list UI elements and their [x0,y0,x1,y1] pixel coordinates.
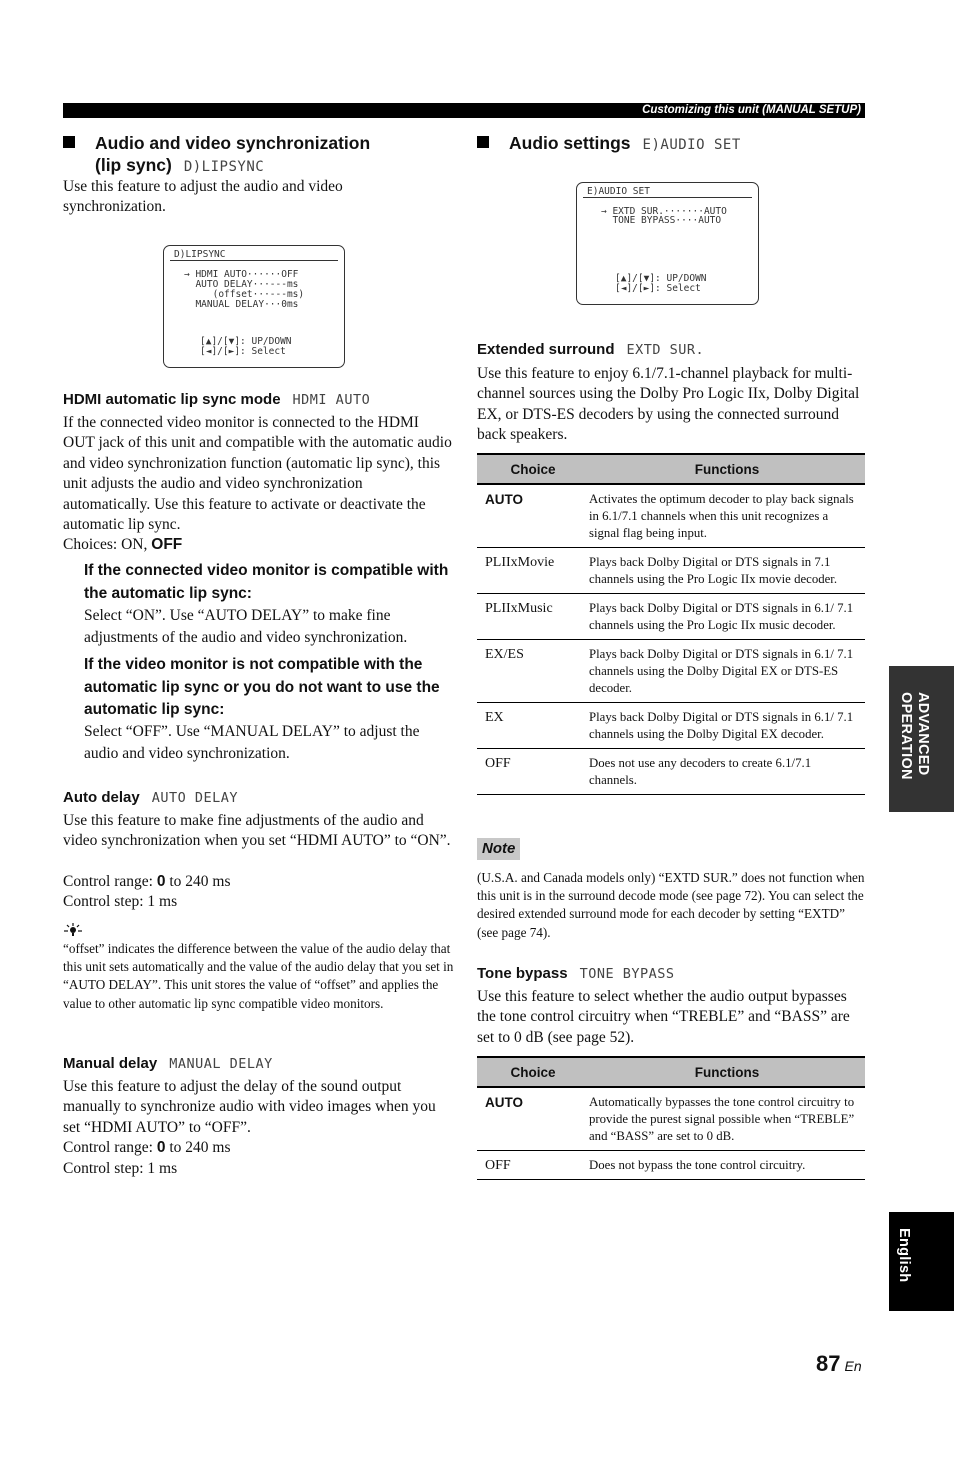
manual-delay-body: Use this feature to adjust the delay of … [63,1078,436,1136]
osd-help-select: [◄]/[►]: Select [200,346,286,357]
tone-bypass-lcd-label: TONE BYPASS [579,966,675,982]
case-compatible-heading: If the connected video monitor is compat… [84,562,449,602]
osd-line: MANUAL DELAY···0ms [184,299,299,310]
range-label: Control range: [63,873,157,890]
page-number: 87 En [816,1351,862,1377]
choice-cell: OFF [477,1150,589,1180]
choice-cell: PLIIxMovie [477,547,589,594]
extd-sur-heading: Extended surround EXTD SUR. [477,340,704,360]
section-bullet-icon [63,136,75,148]
manual-delay-heading: Manual delay MANUAL DELAY [63,1054,273,1074]
side-tab-english[interactable]: English [889,1212,954,1311]
range-rest: to 240 ms [165,1139,231,1156]
auto-delay-range: Control range: 0 to 240 ms [63,872,231,892]
function-cell: Plays back Dolby Digital or DTS signals … [589,593,865,640]
range-label: Control range: [63,1139,157,1156]
page-number-value: 87 [816,1351,841,1376]
hdmi-auto-lcd-label: HDMI AUTO [292,392,371,408]
manual-delay-lcd-label: MANUAL DELAY [169,1056,273,1072]
table-header-choice: Choice [477,1056,589,1088]
table-row: OFF Does not bypass the tone control cir… [477,1150,865,1180]
lipsync-intro: Use this feature to adjust the audio and… [63,178,343,216]
extd-sur-table-wrap: Choice Functions AUTO Activates the opti… [477,453,865,795]
choice-cell: OFF [477,748,589,795]
extd-sur-heading-text: Extended surround [477,341,615,358]
tone-bypass-heading-text: Tone bypass [477,965,568,982]
note-badge: Note [477,838,521,860]
lipsync-osd-screen: D)LIPSYNC → HDMI AUTO······OFF AUTO DELA… [163,245,345,368]
function-cell: Automatically bypasses the tone control … [589,1087,865,1151]
auto-delay-tip: “offset” indicates the difference betwee… [63,941,454,1011]
extd-sur-lcd-label: EXTD SUR. [626,342,705,358]
hdmi-auto-body: If the connected video monitor is connec… [63,414,452,534]
manual-delay-range: Control range: 0 to 240 ms [63,1138,231,1158]
side-tab-english-label: English [896,1228,912,1283]
function-cell: Does not bypass the tone control circuit… [589,1150,865,1180]
choice-cell: AUTO [477,484,589,548]
table-header-functions: Functions [589,1056,865,1088]
auto-delay-heading: Auto delay AUTO DELAY [63,788,238,808]
choices-default: OFF [151,536,183,553]
hdmi-auto-choices: Choices: ON, OFF [63,535,182,555]
case-not-compatible-heading: If the video monitor is not compatible w… [84,656,440,718]
function-cell: Does not use any decoders to create 6.1/… [589,748,865,795]
choice-cell: AUTO [477,1087,589,1151]
case-compatible-body: Select “ON”. Use “AUTO DELAY” to make fi… [84,607,408,646]
lightbulb-tip-icon [63,922,83,936]
hdmi-auto-heading: HDMI automatic lip sync mode HDMI AUTO [63,390,370,410]
table-row: PLIIxMusic Plays back Dolby Digital or D… [477,593,865,640]
auto-delay-step: Control step: 1 ms [63,893,178,910]
auto-delay-heading-text: Auto delay [63,789,140,806]
manual-delay-heading-text: Manual delay [63,1055,158,1072]
lipsync-lcd-label: D)LIPSYNC [183,159,265,175]
function-cell: Activates the optimum decoder to play ba… [589,484,865,548]
tone-bypass-heading: Tone bypass TONE BYPASS [477,964,675,984]
note-label: Note [477,838,521,860]
tone-bypass-table-wrap: Choice Functions AUTO Automatically bypa… [477,1056,865,1180]
choice-cell: EX/ES [477,639,589,703]
osd-screen-title: E)AUDIO SET [583,185,752,198]
side-tab-advanced-operation[interactable]: ADVANCED OPERATION [889,666,954,812]
table-row: OFF Does not use any decoders to create … [477,748,865,795]
osd-line: TONE BYPASS····AUTO [601,215,722,226]
running-header-bar: Customizing this unit (MANUAL SETUP) [63,103,865,118]
section-bullet-icon [477,136,489,148]
lipsync-title-line2: (lip sync) [95,155,172,175]
osd-screen-title: D)LIPSYNC [170,248,338,261]
table-header-functions: Functions [589,453,865,485]
osd-help-select: [◄]/[►]: Select [615,283,701,294]
table-header-choice: Choice [477,453,589,485]
range-rest: to 240 ms [165,873,231,890]
audio-settings-title: Audio settings [509,133,631,153]
table-row: AUTO Activates the optimum decoder to pl… [477,484,865,548]
function-cell: Plays back Dolby Digital or DTS signals … [589,639,865,703]
lipsync-section-heading: Audio and video synchronization (lip syn… [63,132,453,178]
manual-delay-step: Control step: 1 ms [63,1160,178,1177]
case-not-compatible-body: Select “OFF”. Use “MANUAL DELAY” to adju… [84,723,420,762]
choice-cell: EX [477,702,589,749]
function-cell: Plays back Dolby Digital or DTS signals … [589,702,865,749]
tone-bypass-table: Choice Functions AUTO Automatically bypa… [477,1056,865,1180]
page-language-suffix: En [844,1358,862,1374]
function-cell: Plays back Dolby Digital or DTS signals … [589,547,865,594]
choices-label: Choices: ON, [63,536,152,553]
extd-sur-table: Choice Functions AUTO Activates the opti… [477,453,865,795]
note-body: (U.S.A. and Canada models only) “EXTD SU… [477,870,865,940]
tone-bypass-body: Use this feature to select whether the a… [477,988,850,1046]
table-row: PLIIxMovie Plays back Dolby Digital or D… [477,547,865,594]
audio-settings-lcd-label: E)AUDIO SET [642,137,741,153]
audio-set-osd-screen: E)AUDIO SET → EXTD SUR.·······AUTO TONE … [576,182,759,305]
hdmi-auto-heading-text: HDMI automatic lip sync mode [63,391,281,408]
audio-settings-heading: Audio settings E)AUDIO SET [477,132,741,156]
choice-cell: PLIIxMusic [477,593,589,640]
table-row: EX/ES Plays back Dolby Digital or DTS si… [477,639,865,703]
auto-delay-body: Use this feature to make fine adjustment… [63,812,451,850]
side-tab-advanced-operation-label: ADVANCED OPERATION [898,692,931,780]
table-row: EX Plays back Dolby Digital or DTS signa… [477,702,865,749]
lipsync-title-line1: Audio and video synchronization [95,133,371,153]
auto-delay-lcd-label: AUTO DELAY [151,790,238,806]
running-header-title: Customizing this unit (MANUAL SETUP) [642,104,861,116]
table-row: AUTO Automatically bypasses the tone con… [477,1087,865,1151]
extd-sur-body: Use this feature to enjoy 6.1/7.1-channe… [477,365,860,444]
